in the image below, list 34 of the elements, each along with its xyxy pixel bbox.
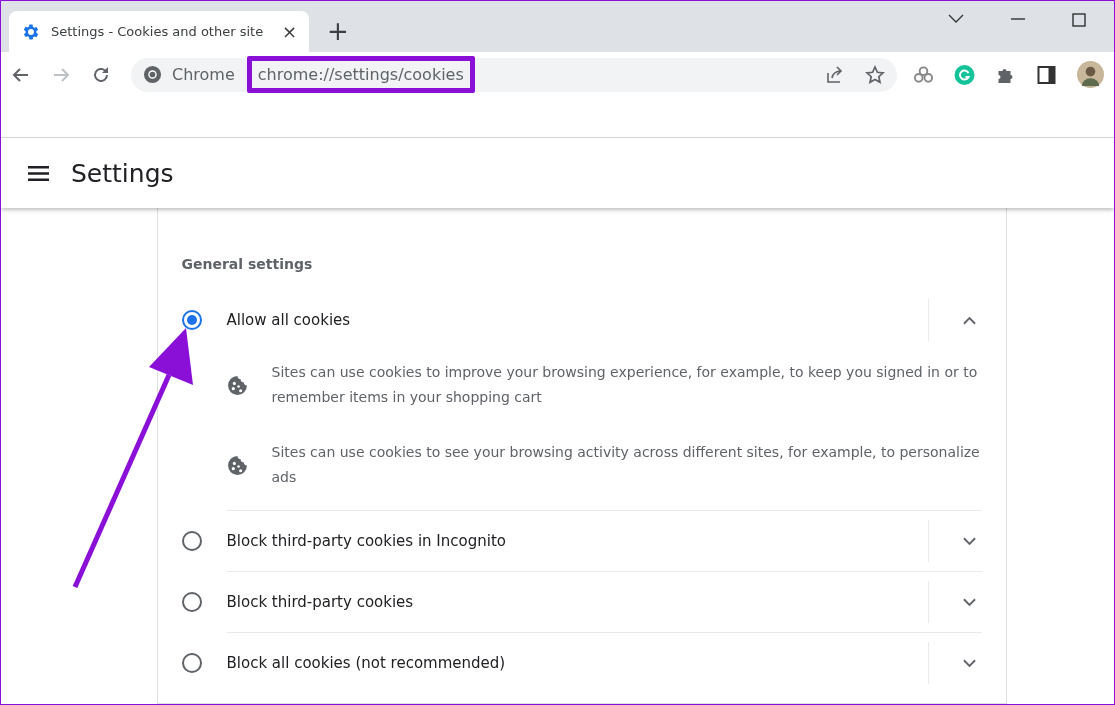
extension-icon[interactable] (913, 64, 934, 85)
chevron-up-icon[interactable] (962, 315, 976, 325)
tab-title: Settings - Cookies and other site (51, 24, 265, 39)
option-label: Block all cookies (not recommended) (226, 654, 507, 672)
description-text: Sites can use cookies to improve your browsing experience, for example, to keep you signed in or to remember items in your shopping cart (271, 363, 979, 407)
site-label: Chrome (172, 65, 235, 84)
tab-close-button[interactable]: × (281, 21, 297, 42)
description-text: Sites can use cookies to see your browsing activity across different sites, for example, to personalize ads (271, 443, 981, 487)
star-icon[interactable] (865, 64, 885, 85)
option-label: Block third-party cookies in Incognito (226, 532, 507, 550)
chevron-down-icon[interactable] (962, 536, 976, 546)
address-bar[interactable]: Chrome chrome://settings/cookies (131, 57, 897, 92)
chevron-down-icon[interactable] (948, 13, 964, 25)
chevron-down-icon[interactable] (962, 597, 976, 607)
radio-button[interactable] (181, 310, 202, 330)
new-tab-button[interactable]: + (327, 16, 349, 46)
cookie-icon (226, 374, 248, 396)
section-title: General settings (181, 256, 314, 272)
radio-button[interactable] (181, 531, 202, 551)
side-panel-icon[interactable] (1036, 64, 1057, 85)
radio-button[interactable] (181, 592, 202, 612)
page-title: Settings (71, 158, 174, 188)
maximize-icon[interactable] (1072, 13, 1086, 27)
radio-button[interactable] (181, 653, 202, 673)
browser-tab[interactable]: Settings - Cookies and other site × (9, 11, 309, 52)
cookie-icon (226, 454, 248, 476)
chrome-logo-icon (143, 65, 162, 84)
chevron-down-icon[interactable] (962, 658, 976, 668)
option-label: Block third-party cookies (226, 593, 415, 611)
option-label: Allow all cookies (226, 311, 352, 329)
menu-icon[interactable] (28, 164, 49, 182)
avatar-icon[interactable] (1077, 61, 1104, 88)
url-text: chrome://settings/cookies (246, 56, 475, 93)
share-icon[interactable] (825, 64, 845, 85)
